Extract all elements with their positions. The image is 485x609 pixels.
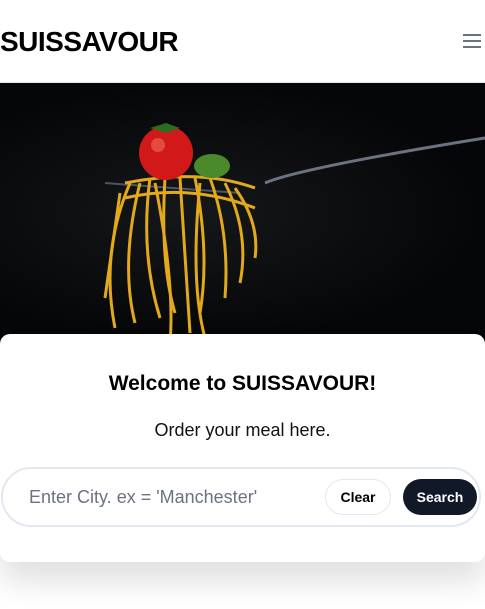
search-button[interactable]: Search [403, 479, 477, 515]
hamburger-icon[interactable] [463, 30, 481, 52]
welcome-subtitle: Order your meal here. [154, 420, 331, 440]
city-search-input[interactable] [27, 485, 311, 509]
hero-image [0, 83, 485, 343]
clear-button[interactable]: Clear [325, 479, 391, 515]
welcome-title: Welcome to SUISSAVOUR! [108, 372, 377, 395]
welcome-card: Welcome to SUISSAVOUR! Order your meal h… [0, 334, 485, 562]
logo[interactable]: SUISSAVOUR [0, 26, 179, 58]
search-bar: Clear Search [1, 467, 481, 527]
header: SUISSAVOUR [0, 0, 485, 83]
